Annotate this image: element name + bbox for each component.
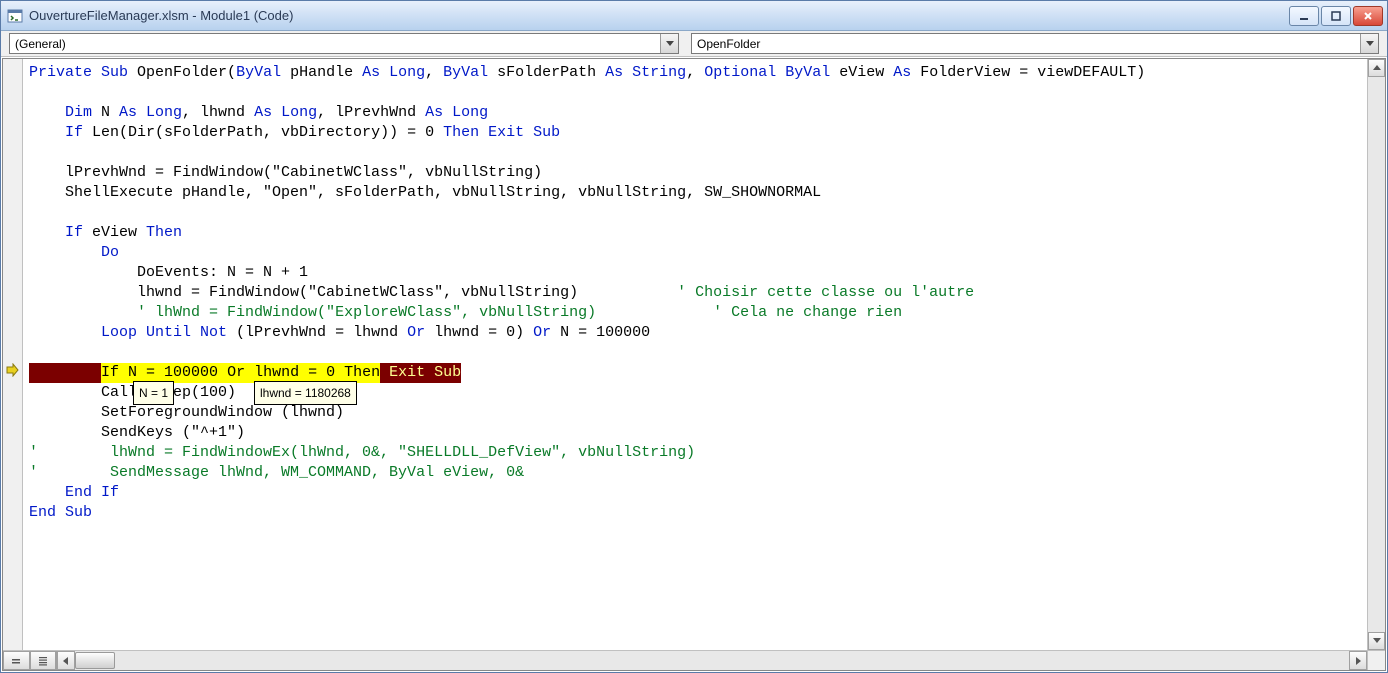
scroll-up-button[interactable] (1368, 59, 1385, 77)
vertical-scrollbar[interactable] (1367, 59, 1385, 650)
hscroll-thumb[interactable] (75, 652, 115, 669)
horizontal-scrollbar[interactable] (57, 651, 1367, 670)
scroll-right-button[interactable] (1349, 651, 1367, 670)
scrollbar-corner (1367, 651, 1385, 670)
procedure-dropdown[interactable]: OpenFolder (691, 33, 1379, 54)
vbe-window: OuvertureFileManager.xlsm - Module1 (Cod… (0, 0, 1388, 673)
scroll-down-button[interactable] (1368, 632, 1385, 650)
window-controls (1289, 6, 1383, 26)
procedure-view-button[interactable] (3, 651, 30, 670)
procedure-dropdown-value: OpenFolder (697, 37, 1360, 51)
minimize-button[interactable] (1289, 6, 1319, 26)
debug-tooltip-lhwnd: lhwnd = 1180268 (254, 381, 357, 405)
hscroll-track[interactable] (75, 651, 1349, 670)
close-button[interactable] (1353, 6, 1383, 26)
object-dropdown[interactable]: (General) (9, 33, 679, 54)
code-scroll-wrap: Private Sub OpenFolder(ByVal pHandle As … (3, 59, 1385, 650)
debug-tooltip-n: N = 1 (133, 381, 174, 405)
window-title: OuvertureFileManager.xlsm - Module1 (Cod… (29, 8, 1289, 23)
chevron-down-icon (660, 34, 678, 53)
full-module-view-button[interactable] (30, 651, 57, 670)
scroll-left-button[interactable] (57, 651, 75, 670)
view-mode-buttons (3, 651, 57, 670)
vba-module-icon (7, 8, 23, 24)
code-editor[interactable]: Private Sub OpenFolder(ByVal pHandle As … (23, 59, 1367, 650)
execution-pointer-icon (5, 363, 19, 377)
margin-indicator-bar[interactable] (3, 59, 23, 650)
titlebar[interactable]: OuvertureFileManager.xlsm - Module1 (Cod… (1, 1, 1387, 31)
vscroll-track[interactable] (1368, 77, 1385, 632)
exec-line-highlight (29, 363, 101, 383)
object-dropdown-value: (General) (15, 37, 660, 51)
chevron-down-icon (1360, 34, 1378, 53)
code-bottom-bar (3, 650, 1385, 670)
code-pane: Private Sub OpenFolder(ByVal pHandle As … (2, 58, 1386, 671)
object-proc-bar: (General) OpenFolder (1, 31, 1387, 57)
maximize-button[interactable] (1321, 6, 1351, 26)
